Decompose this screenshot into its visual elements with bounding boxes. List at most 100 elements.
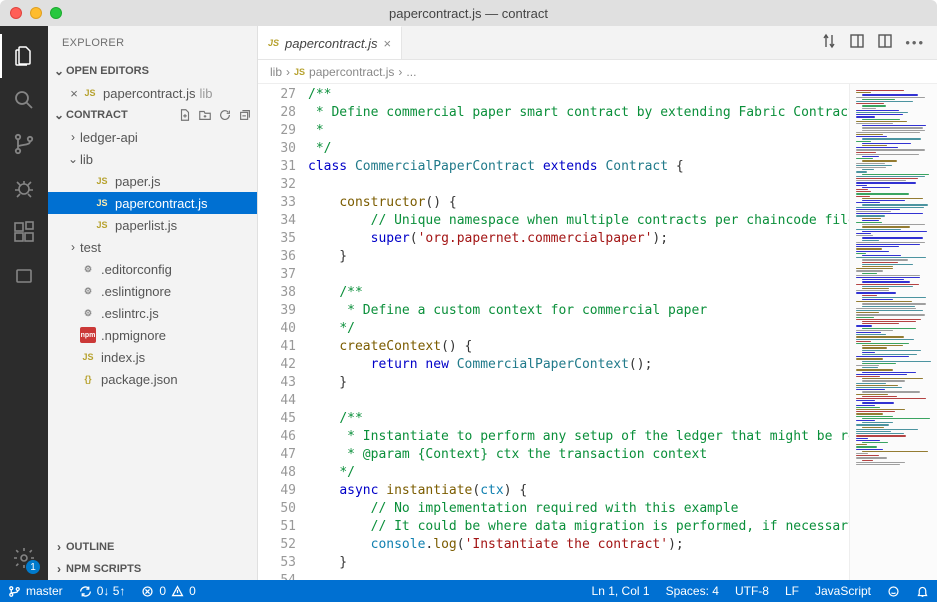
js-file-icon: JS [268, 38, 279, 48]
activity-debug[interactable] [0, 166, 48, 210]
npm-scripts-label: NPM SCRIPTS [66, 563, 141, 575]
chevron-right-icon: › [398, 65, 402, 79]
folder-test[interactable]: › test [48, 236, 257, 258]
new-folder-button[interactable] [197, 107, 213, 123]
settings-badge: 1 [26, 560, 40, 574]
file-paperlist-js[interactable]: JS paperlist.js [48, 214, 257, 236]
files-icon [12, 44, 36, 68]
open-editors-header[interactable]: ⌄ OPEN EDITORS [48, 60, 257, 82]
tab-papercontract[interactable]: JS papercontract.js × [258, 26, 402, 59]
warning-icon [171, 585, 184, 598]
chevron-down-icon: ⌄ [52, 64, 66, 78]
js-file-icon: JS [94, 217, 110, 233]
notifications-button[interactable] [908, 580, 937, 602]
file-eslintrc[interactable]: ⚙ .eslintrc.js [48, 302, 257, 324]
file-label: index.js [101, 350, 145, 365]
branch-name: master [26, 584, 63, 598]
activity-search[interactable] [0, 78, 48, 122]
minimap[interactable] [849, 84, 937, 580]
chevron-down-icon: ⌄ [52, 108, 66, 122]
window-title: papercontract.js — contract [0, 6, 937, 21]
status-bar: master 0↓ 5↑ 0 0 Ln 1, Col 1 Spaces: 4 U… [0, 580, 937, 602]
branch-icon [12, 132, 36, 156]
window-controls [10, 7, 62, 19]
chevron-right-icon: › [52, 562, 66, 576]
activity-docker[interactable] [0, 254, 48, 298]
branch-indicator[interactable]: master [0, 580, 71, 602]
file-paper-js[interactable]: JS paper.js [48, 170, 257, 192]
outline-label: OUTLINE [66, 541, 114, 553]
file-package-json[interactable]: {} package.json [48, 368, 257, 390]
file-label: package.json [101, 372, 178, 387]
eol-indicator[interactable]: LF [777, 580, 807, 602]
gear-file-icon: ⚙ [80, 261, 96, 277]
activity-extensions[interactable] [0, 210, 48, 254]
activity-source-control[interactable] [0, 122, 48, 166]
encoding-indicator[interactable]: UTF-8 [727, 580, 777, 602]
bell-icon [916, 585, 929, 598]
js-file-icon: JS [80, 349, 96, 365]
code-editor[interactable]: 27 28 29 30 31 32 33 34 35 36 37 38 39 4… [258, 84, 937, 580]
file-papercontract-js[interactable]: JS papercontract.js [48, 192, 257, 214]
split-right-icon [849, 33, 865, 49]
sync-icon [79, 585, 92, 598]
breadcrumb[interactable]: lib › JS papercontract.js › ... [258, 60, 937, 84]
activity-explorer[interactable] [0, 34, 48, 78]
file-editorconfig[interactable]: ⚙ .editorconfig [48, 258, 257, 280]
workspace-label: CONTRACT [66, 109, 128, 121]
search-icon [12, 88, 36, 112]
activity-settings[interactable]: 1 [0, 536, 48, 580]
problems-indicator[interactable]: 0 0 [133, 580, 203, 602]
chevron-right-icon: › [66, 240, 80, 254]
file-label: .npmignore [101, 328, 166, 343]
layout-button[interactable] [877, 33, 893, 52]
js-file-icon: JS [294, 67, 305, 77]
file-label: paperlist.js [115, 218, 177, 233]
new-file-button[interactable] [177, 107, 193, 123]
minimize-window-button[interactable] [30, 7, 42, 19]
close-tab-button[interactable]: × [384, 36, 392, 51]
tab-bar: JS papercontract.js × ••• [258, 26, 937, 60]
breadcrumb-lib[interactable]: lib [270, 65, 282, 79]
file-npmignore[interactable]: npm .npmignore [48, 324, 257, 346]
open-editors-label: OPEN EDITORS [66, 65, 149, 77]
chevron-down-icon: ⌄ [66, 152, 80, 166]
zoom-window-button[interactable] [50, 7, 62, 19]
npm-scripts-header[interactable]: › NPM SCRIPTS [48, 558, 257, 580]
file-eslintignore[interactable]: ⚙ .eslintignore [48, 280, 257, 302]
file-label: papercontract.js [115, 196, 208, 211]
refresh-button[interactable] [217, 107, 233, 123]
file-index-js[interactable]: JS index.js [48, 346, 257, 368]
square-icon [12, 264, 36, 288]
language-indicator[interactable]: JavaScript [807, 580, 879, 602]
js-file-icon: JS [94, 173, 110, 189]
folder-ledger-api[interactable]: › ledger-api [48, 126, 257, 148]
more-actions-button[interactable]: ••• [905, 35, 925, 50]
folder-lib[interactable]: ⌄ lib [48, 148, 257, 170]
code-lines[interactable]: /** * Define commercial paper smart cont… [308, 84, 849, 580]
compare-changes-button[interactable] [821, 33, 837, 52]
open-editor-item[interactable]: × JS papercontract.js lib [48, 82, 257, 104]
gear-file-icon: ⚙ [80, 283, 96, 299]
activity-bar: 1 [0, 26, 48, 580]
js-file-icon: JS [94, 195, 110, 211]
line-gutter: 27 28 29 30 31 32 33 34 35 36 37 38 39 4… [258, 84, 308, 580]
breadcrumb-more[interactable]: ... [406, 65, 416, 79]
breadcrumb-file[interactable]: papercontract.js [309, 65, 394, 79]
file-label: paper.js [115, 174, 161, 189]
outline-header[interactable]: › OUTLINE [48, 536, 257, 558]
cursor-position[interactable]: Ln 1, Col 1 [584, 580, 658, 602]
split-editor-button[interactable] [849, 33, 865, 52]
chevron-right-icon: › [286, 65, 290, 79]
sync-indicator[interactable]: 0↓ 5↑ [71, 580, 134, 602]
workspace-header[interactable]: ⌄ CONTRACT [48, 104, 257, 126]
close-window-button[interactable] [10, 7, 22, 19]
gear-file-icon: ⚙ [80, 305, 96, 321]
error-icon [141, 585, 154, 598]
feedback-button[interactable] [879, 580, 908, 602]
editor-area: JS papercontract.js × ••• lib › JS paper… [258, 26, 937, 580]
errors-count: 0 [159, 584, 166, 598]
indentation-indicator[interactable]: Spaces: 4 [658, 580, 727, 602]
collapse-all-button[interactable] [237, 107, 253, 123]
close-editor-icon[interactable]: × [66, 86, 82, 101]
